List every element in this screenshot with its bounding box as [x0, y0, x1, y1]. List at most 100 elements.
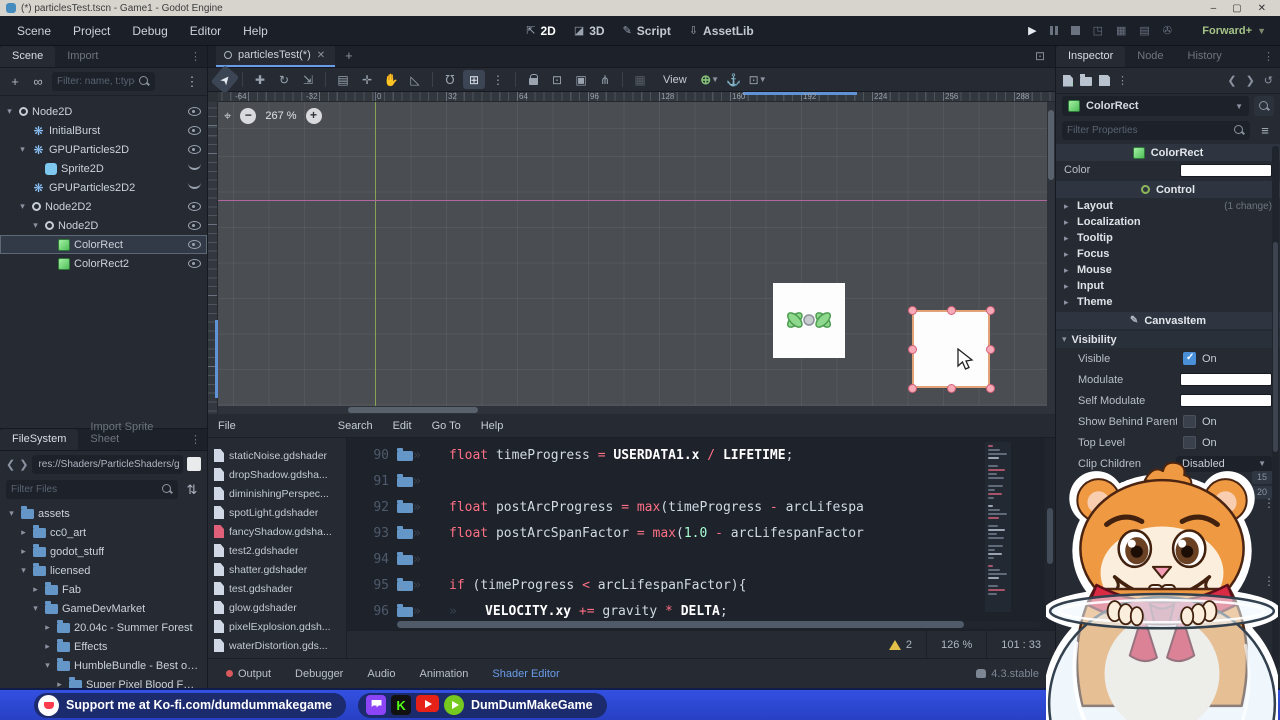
scale-tool[interactable]: ⇲	[297, 70, 319, 89]
scene-node-node2d[interactable]: ▾ Node2D	[0, 102, 207, 121]
script-file-item[interactable]: waterDistortion.gds...	[208, 636, 346, 655]
expand-arrow-icon[interactable]: ▾	[6, 508, 17, 519]
group-button[interactable]: ▣	[570, 70, 592, 89]
fold-arrow-icon[interactable]: ⌄	[397, 577, 413, 592]
code-line[interactable]: 93 » float postArcSpanFactor = max(1.0 - a…	[347, 520, 1055, 546]
script-file-item[interactable]: pixelExplosion.gdsh...	[208, 617, 346, 636]
scene-tree-menu-icon[interactable]: ⋮	[183, 74, 201, 90]
play-custom-scene-icon[interactable]: ▤	[1139, 24, 1149, 37]
visibility-toggle-icon[interactable]	[188, 107, 201, 116]
dock-menu-icon[interactable]: ⋮	[184, 50, 207, 67]
sprite-menu[interactable]: ▦	[629, 70, 651, 89]
selection-handle[interactable]	[907, 305, 917, 315]
folder-humblebundle-best-of-2-[interactable]: ▾ HumbleBundle - Best of 2...	[0, 656, 207, 675]
resource-menu-icon[interactable]: ⋮	[1117, 74, 1128, 87]
scene-node-colorrect2[interactable]: ColorRect2	[0, 254, 207, 273]
2d-viewport[interactable]: -64-320326496128160192224256288320 ⌖ − 2…	[208, 92, 1055, 414]
expand-arrow-icon[interactable]: ▸	[30, 584, 41, 595]
scene-node-gpuparticles2d[interactable]: ▾ ❋ GPUParticles2D	[0, 140, 207, 159]
visibility-toggle-icon[interactable]	[188, 259, 201, 268]
section-control[interactable]: Control	[1056, 181, 1280, 198]
history-back-icon[interactable]: ❮	[1227, 74, 1236, 87]
scene-node-initialburst[interactable]: ❋ InitialBurst	[0, 121, 207, 140]
checkbox[interactable]	[1183, 436, 1196, 449]
category-layout[interactable]: ▸ Layout (1 change)	[1056, 198, 1280, 214]
save-resource-icon[interactable]	[1099, 75, 1110, 86]
script-file-item[interactable]: spotLight.gdshader	[208, 503, 346, 522]
dropdown[interactable]: Disabled ▼	[1176, 455, 1272, 472]
canvas-vscrollbar[interactable]	[1047, 102, 1055, 406]
color-swatch[interactable]	[1180, 373, 1272, 386]
pause-button[interactable]	[1049, 26, 1058, 35]
unlock-button[interactable]: ⊡	[546, 70, 568, 89]
visibility-toggle-icon[interactable]	[188, 145, 201, 154]
twitch-icon[interactable]	[366, 695, 387, 715]
play-button[interactable]: ▶	[1028, 24, 1036, 37]
group-visibility[interactable]: ▾ Visibility	[1056, 331, 1280, 348]
bottom-tab-audio[interactable]: Audio	[355, 663, 407, 685]
tab-history[interactable]: History	[1176, 46, 1234, 67]
expand-arrow-icon[interactable]: ▾	[4, 106, 15, 117]
scene-node-gpuparticles2d2[interactable]: ❋ GPUParticles2D2	[0, 178, 207, 197]
workspace-2d[interactable]: ⇱ 2D	[526, 24, 556, 38]
canvas-hscrollbar[interactable]	[218, 406, 1055, 414]
visibility-toggle-icon[interactable]	[188, 163, 201, 170]
code-hscrollbar[interactable]	[397, 621, 1041, 628]
file-filter[interactable]	[6, 480, 178, 499]
grid-options-menu[interactable]: ⊡ ▼	[747, 70, 769, 89]
workspace-3d[interactable]: ◪ 3D	[574, 24, 605, 38]
checkbox[interactable]	[1183, 352, 1196, 365]
tab-scene[interactable]: Scene	[0, 46, 56, 67]
rumble-icon[interactable]	[444, 695, 465, 715]
scene-node-node2d2[interactable]: ▾ Node2D2	[0, 197, 207, 216]
category-tooltip[interactable]: ▸ Tooltip	[1056, 230, 1280, 246]
center-view-icon[interactable]: ⌖	[224, 108, 231, 124]
dock-menu-icon[interactable]: ⋮	[1257, 50, 1280, 67]
property-tools-icon[interactable]: ≡	[1256, 123, 1274, 138]
selection-handle[interactable]	[946, 305, 956, 315]
new-resource-icon[interactable]	[1063, 74, 1073, 87]
zoom-in-button[interactable]: +	[305, 108, 322, 124]
folder-effects[interactable]: ▸ Effects	[0, 637, 207, 656]
editor-zoom[interactable]: 126 %	[926, 631, 986, 658]
selection-handle[interactable]	[946, 383, 956, 393]
expand-arrow-icon[interactable]: ▾	[42, 660, 53, 671]
expand-arrow-icon[interactable]: ▾	[17, 201, 28, 212]
menu-go-to[interactable]: Go To	[422, 417, 471, 435]
zoom-out-button[interactable]: −	[240, 108, 257, 124]
tab-node[interactable]: Node	[1125, 46, 1175, 67]
movie-maker-icon[interactable]: ✇	[1163, 24, 1172, 37]
workspace-script[interactable]: ✎ Script	[623, 24, 671, 38]
script-file-item[interactable]: dropShadow.gdsha...	[208, 465, 346, 484]
folder-fab[interactable]: ▸ Fab	[0, 580, 207, 599]
layer-grid[interactable]: 15 20	[1252, 470, 1272, 499]
selection-handle[interactable]	[985, 344, 995, 354]
expand-arrow-icon[interactable]: ▸	[18, 546, 29, 557]
inspector-scrollbar[interactable]	[1272, 146, 1279, 668]
menu-file[interactable]: File	[208, 417, 246, 435]
edited-node-selector[interactable]: ColorRect ▼	[1062, 96, 1249, 116]
category-input[interactable]: ▸ Input	[1056, 278, 1280, 294]
scene-filter-input[interactable]	[57, 76, 135, 87]
code-editor[interactable]: 90 » float timeProgress = USERDATA1.x / LI…	[347, 438, 1055, 630]
menu-scene[interactable]: Scene	[8, 20, 60, 42]
process-mode-menu[interactable]: ⊕ ▼	[699, 70, 721, 89]
menu-help[interactable]: Help	[234, 20, 277, 42]
property-filter[interactable]	[1062, 120, 1250, 140]
play-scene-icon[interactable]: ▦	[1116, 24, 1126, 37]
minimize-button[interactable]: –	[1211, 3, 1217, 14]
zoom-level[interactable]: 267 %	[265, 110, 296, 122]
youtube-icon[interactable]	[416, 695, 440, 712]
script-file-item[interactable]: staticNoise.gdshader	[208, 446, 346, 465]
expand-viewport-icon[interactable]: ⊡	[1025, 49, 1055, 67]
visibility-toggle-icon[interactable]	[188, 126, 201, 135]
folder-gamedevmarket[interactable]: ▾ GameDevMarket	[0, 599, 207, 618]
code-line[interactable]: 94 »	[347, 546, 1055, 572]
code-line[interactable]: 95 ⌄» if (timeProgress < arcLifespanFactor…	[347, 572, 1055, 598]
smart-snap-toggle[interactable]: ℧	[439, 70, 461, 89]
workspace-assetlib[interactable]: ⇩ AssetLib	[689, 24, 754, 38]
menu-search[interactable]: Search	[328, 417, 383, 435]
folder-godot-stuff[interactable]: ▸ godot_stuff	[0, 542, 207, 561]
code-line[interactable]: 91 »	[347, 468, 1055, 494]
history-icon[interactable]: ↺	[1264, 74, 1273, 87]
